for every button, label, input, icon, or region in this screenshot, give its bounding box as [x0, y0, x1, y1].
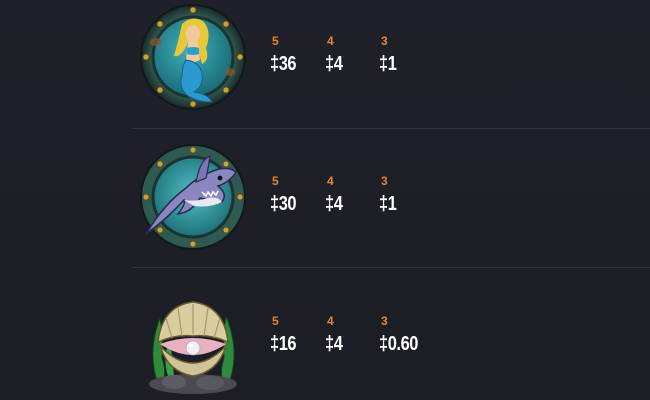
payout-amount: ‡1: [379, 193, 397, 215]
payout-count: 4: [327, 34, 334, 48]
mermaid-porthole-icon: [140, 4, 246, 110]
payout-3-of-a-kind: 3 ‡0.60: [379, 314, 439, 356]
payout-amount: ‡4: [325, 333, 343, 355]
payout-amount: ‡1: [379, 53, 397, 75]
payout-amount: ‡0.60: [379, 333, 419, 355]
payout-5-of-a-kind: 5 ‡16: [270, 314, 330, 356]
paytable-row-mermaid: 5 ‡36 4 ‡4 3 ‡1: [132, 0, 650, 128]
clam-pearl-icon: [149, 301, 237, 394]
payout-count: 3: [381, 174, 388, 188]
payout-count: 3: [381, 34, 388, 48]
payout-count: 4: [327, 314, 334, 328]
paytable-row-clam: 5 ‡16 4 ‡4 3 ‡0.60: [132, 267, 650, 396]
payout-amount: ‡4: [325, 53, 343, 75]
payout-count: 3: [381, 314, 388, 328]
payout-amount: ‡30: [270, 193, 297, 215]
shark-porthole-icon: [140, 144, 246, 250]
payout-5-of-a-kind: 5 ‡30: [270, 174, 330, 216]
payout-count: 5: [272, 34, 279, 48]
paytable-page: 5 ‡36 4 ‡4 3 ‡1 5 ‡30 4 ‡4 3 ‡1 5 ‡16 4 …: [0, 0, 650, 400]
payout-count: 5: [272, 174, 279, 188]
payout-count: 5: [272, 314, 279, 328]
payout-3-of-a-kind: 3 ‡1: [379, 174, 439, 216]
paytable-row-shark: 5 ‡30 4 ‡4 3 ‡1: [132, 128, 650, 257]
payout-4-of-a-kind: 4 ‡4: [325, 314, 385, 356]
payout-amount: ‡36: [270, 53, 297, 75]
payout-4-of-a-kind: 4 ‡4: [325, 34, 385, 76]
payout-4-of-a-kind: 4 ‡4: [325, 174, 385, 216]
payout-amount: ‡4: [325, 193, 343, 215]
payout-amount: ‡16: [270, 333, 297, 355]
payout-count: 4: [327, 174, 334, 188]
payout-5-of-a-kind: 5 ‡36: [270, 34, 330, 76]
payout-3-of-a-kind: 3 ‡1: [379, 34, 439, 76]
